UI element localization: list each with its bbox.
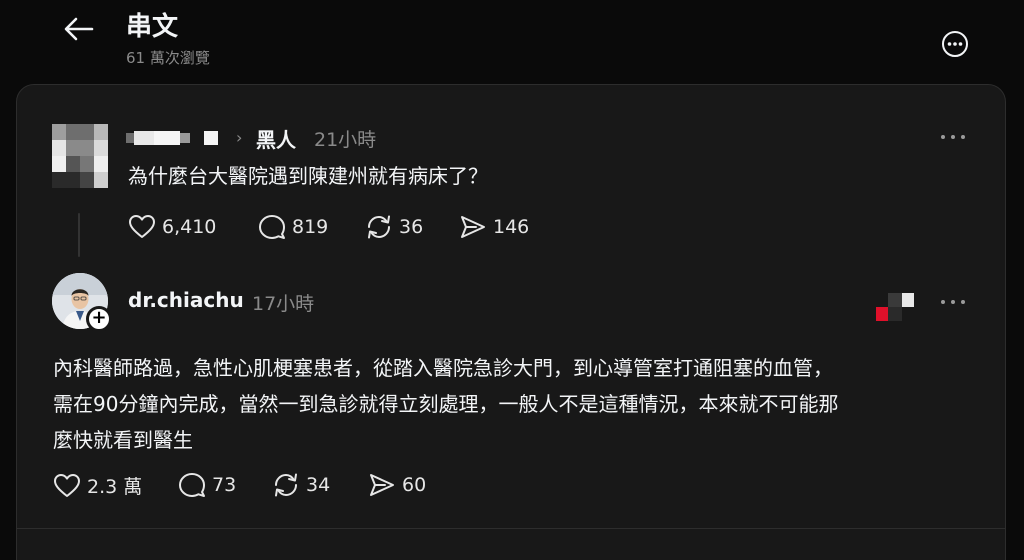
header-bar: 串文 61 萬次瀏覽 [0, 0, 1024, 80]
avatar[interactable] [52, 124, 108, 188]
topic-tag[interactable]: 黑人 [256, 124, 296, 153]
more-options-icon[interactable] [940, 29, 970, 59]
comment-button[interactable]: 73 [178, 472, 236, 498]
comment-icon [179, 473, 205, 497]
post-timestamp[interactable]: 17小時 [252, 289, 314, 316]
heart-icon [129, 215, 155, 238]
thread-card [16, 84, 1006, 560]
username[interactable]: dr.chiachu [128, 288, 244, 312]
post-line: 需在90分鐘內完成，當然一到急診就得立刻處理，一般人不是這種情況，本來就不可能那 [53, 392, 839, 416]
like-button[interactable]: 2.3 萬 [53, 472, 142, 499]
comment-button[interactable]: 819 [258, 214, 328, 240]
follow-button[interactable]: + [86, 306, 112, 332]
divider [17, 528, 1005, 529]
like-button[interactable]: 6,410 [128, 214, 216, 240]
repost-button[interactable]: 34 [272, 472, 330, 498]
post-body: 內科醫師路過，急性心肌梗塞患者，從踏入醫院急診大門，到心導管室打通阻塞的血管， … [53, 350, 983, 458]
heart-icon [54, 473, 80, 497]
share-button[interactable]: 60 [368, 472, 426, 498]
comment-icon [259, 215, 285, 239]
like-count: 6,410 [162, 216, 217, 238]
share-count: 60 [402, 474, 427, 496]
back-arrow-icon[interactable] [62, 12, 96, 46]
send-icon [461, 216, 485, 238]
repost-count: 34 [306, 474, 331, 496]
share-count: 146 [493, 216, 530, 238]
post-line: 麼快就看到醫生 [53, 428, 193, 452]
repost-count: 36 [399, 216, 424, 238]
chevron-right-icon: › [236, 128, 243, 147]
repost-button[interactable]: 36 [365, 214, 423, 240]
repost-icon [275, 473, 297, 497]
post-line: 內科醫師路過，急性心肌梗塞患者，從踏入醫院急診大門，到心導管室打通阻塞的血管， [53, 356, 833, 380]
post-body: 為什麼台大醫院遇到陳建州就有病床了？ [128, 164, 488, 188]
comment-count: 73 [212, 474, 237, 496]
more-horizontal-icon[interactable] [938, 126, 968, 148]
redacted-badge [876, 293, 914, 321]
page-title: 串文 [126, 12, 179, 42]
username-redacted [126, 131, 218, 145]
more-horizontal-icon[interactable] [938, 291, 968, 313]
like-count: 2.3 萬 [87, 476, 143, 498]
send-icon [370, 474, 394, 496]
share-button[interactable]: 146 [459, 214, 529, 240]
plus-icon: + [91, 307, 107, 328]
view-count: 61 萬次瀏覽 [126, 49, 210, 67]
post-timestamp[interactable]: 21小時 [314, 125, 376, 152]
repost-icon [368, 215, 390, 239]
thread-connector [78, 213, 80, 257]
comment-count: 819 [292, 216, 329, 238]
